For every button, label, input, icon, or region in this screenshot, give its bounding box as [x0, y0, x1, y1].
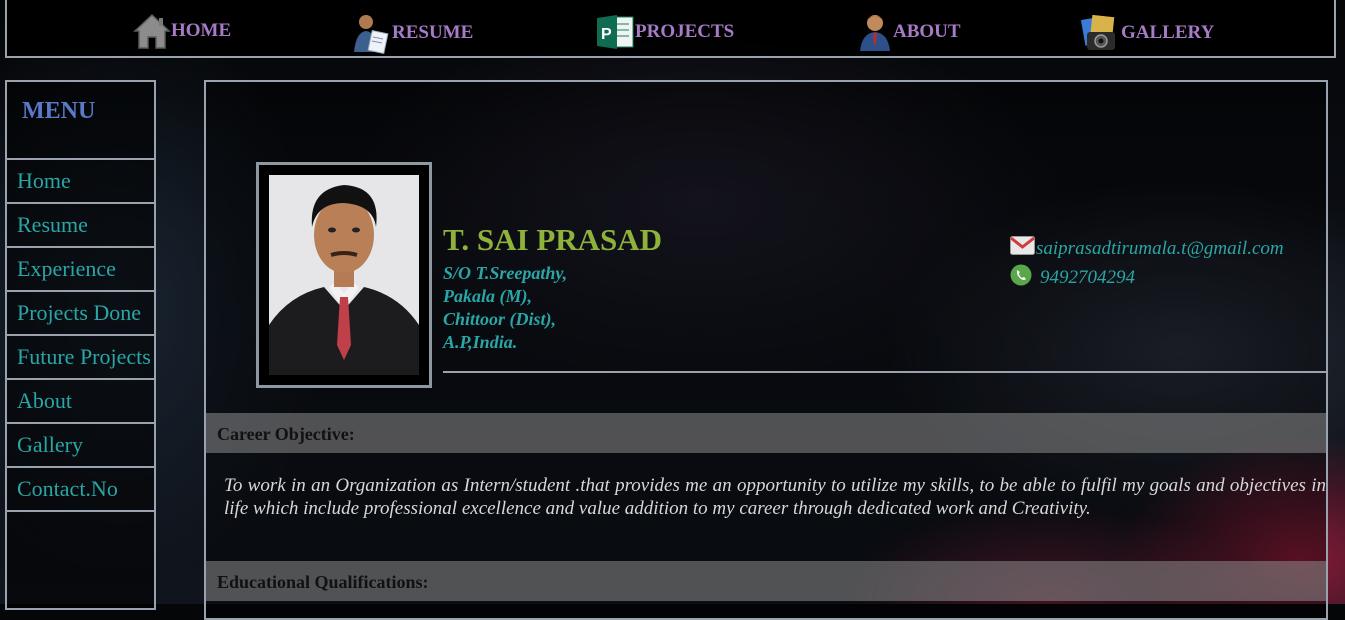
menu-title: MENU — [7, 82, 154, 160]
sidebar-menu: MENU Home Resume Experience Projects Don… — [5, 80, 156, 610]
sidebar-item-contact-no[interactable]: Contact.No — [7, 468, 154, 512]
profile-address: S/O T.Sreepathy, Pakala (M), Chittoor (D… — [443, 262, 567, 354]
resume-icon — [352, 12, 392, 54]
sidebar-item-resume[interactable]: Resume — [7, 204, 154, 248]
address-line: A.P,India. — [443, 332, 518, 352]
nav-projects-link[interactable]: P PROJECTS — [595, 12, 734, 52]
projects-icon: P — [595, 12, 635, 52]
nav-about-label: ABOUT — [893, 21, 961, 42]
phone-contact: 9492704294 — [1010, 264, 1135, 292]
nav-resume-label: RESUME — [392, 22, 474, 43]
sidebar-item-projects-done[interactable]: Projects Done — [7, 292, 154, 336]
sidebar-item-gallery[interactable]: Gallery — [7, 424, 154, 468]
nav-home-label: HOME — [171, 20, 232, 41]
career-objective-text: To work in an Organization as Intern/stu… — [224, 475, 1326, 519]
phone-icon — [1010, 264, 1032, 292]
sidebar-item-future-projects[interactable]: Future Projects — [7, 336, 154, 380]
nav-gallery-link[interactable]: GALLERY — [1079, 12, 1214, 54]
address-line: S/O T.Sreepathy, — [443, 263, 568, 283]
sidebar-item-experience[interactable]: Experience — [7, 248, 154, 292]
profile-name: T. SAI PRASAD — [443, 222, 663, 257]
top-navigation-bar: HOME RESUME P PROJECTS ABOUT GALLERY — [5, 0, 1336, 58]
profile-photo — [256, 162, 432, 388]
home-icon — [133, 12, 171, 50]
about-icon — [857, 12, 893, 52]
sidebar-item-about[interactable]: About — [7, 380, 154, 424]
nav-home-link[interactable]: HOME — [133, 12, 231, 50]
main-content: T. SAI PRASAD S/O T.Sreepathy, Pakala (M… — [204, 80, 1328, 620]
nav-gallery-label: GALLERY — [1121, 22, 1215, 43]
nav-projects-label: PROJECTS — [635, 21, 735, 42]
nav-resume-link[interactable]: RESUME — [352, 12, 473, 54]
gallery-icon — [1079, 12, 1121, 54]
nav-about-link[interactable]: ABOUT — [857, 12, 961, 52]
phone-number: 9492704294 — [1040, 267, 1135, 288]
sidebar-item-home[interactable]: Home — [7, 160, 154, 204]
email-contact: saiprasadtirumala.t@gmail.com — [1010, 236, 1284, 261]
header-divider — [443, 371, 1328, 373]
mail-icon — [1010, 236, 1035, 261]
educational-qualifications-heading: Educational Qualifications: — [206, 561, 1326, 601]
address-line: Pakala (M), — [443, 286, 532, 306]
svg-text:P: P — [601, 26, 612, 43]
career-objective-heading: Career Objective: — [206, 413, 1326, 453]
address-line: Chittoor (Dist), — [443, 309, 557, 329]
email-address[interactable]: saiprasadtirumala.t@gmail.com — [1036, 238, 1284, 260]
